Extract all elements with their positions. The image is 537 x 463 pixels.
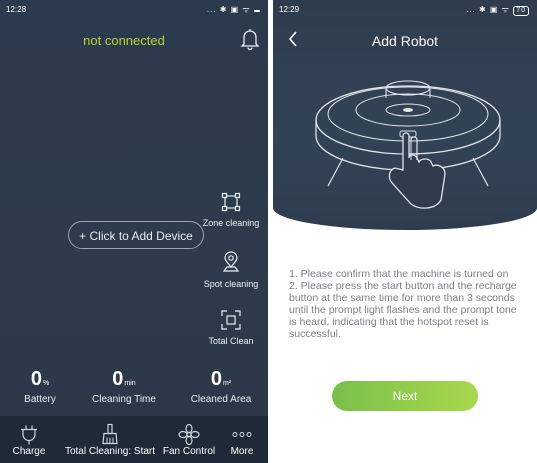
nav-total-cleaning-start[interactable]: Total Cleaning: Start bbox=[62, 416, 158, 463]
spot-cleaning-label: Spot cleaning bbox=[203, 279, 259, 289]
status-time: 12:29 bbox=[279, 5, 300, 14]
total-clean-icon bbox=[221, 310, 241, 330]
cleaned-area-unit: m² bbox=[222, 380, 232, 387]
page-title: Add Robot bbox=[371, 33, 439, 49]
fan-icon bbox=[178, 423, 200, 446]
broom-icon bbox=[102, 423, 118, 445]
zone-cleaning-button[interactable]: Zone cleaning bbox=[196, 192, 266, 228]
spot-cleaning-button[interactable]: Spot cleaning bbox=[196, 251, 266, 289]
cleaned-area-label: Cleaned Area bbox=[190, 394, 252, 405]
nav-more[interactable]: More bbox=[222, 416, 262, 463]
spot-cleaning-icon bbox=[222, 251, 240, 272]
status-time: 12:28 bbox=[6, 5, 27, 14]
nav-charge[interactable]: Charge bbox=[4, 416, 54, 463]
notification-bell-icon[interactable] bbox=[240, 28, 260, 50]
cleaning-time-unit: min bbox=[124, 380, 136, 387]
cleaning-time-label: Cleaning Time bbox=[92, 394, 156, 405]
home-screen: 12:28 ... ✱ ▣ ᯤ not connected + Click to… bbox=[0, 0, 268, 463]
nav-charge-label: Charge bbox=[12, 446, 46, 457]
battery-value: 0 bbox=[30, 368, 42, 390]
status-bar: 12:28 ... ✱ ▣ ᯤ bbox=[0, 0, 268, 22]
add-robot-screen: 12:29 ... ✱ ▣ ᯤ 70 Add Robot 1. Please c… bbox=[273, 0, 537, 463]
battery-unit: % bbox=[42, 380, 50, 387]
nav-more-label: More bbox=[230, 446, 254, 457]
nav-total-cleaning-label: Total Cleaning: Start bbox=[64, 446, 156, 457]
charge-icon bbox=[21, 425, 37, 445]
nav-fan-control-label: Fan Control bbox=[162, 446, 216, 457]
cleaned-area-value: 0 bbox=[210, 368, 222, 390]
bottom-navigation: Charge Total Cleaning: Start Fan Control bbox=[0, 416, 268, 463]
robot-vacuum-illustration bbox=[315, 80, 501, 209]
more-dots-icon bbox=[232, 432, 252, 437]
status-icons: ... ✱ ▣ ᯤ bbox=[207, 4, 260, 15]
total-clean-button[interactable]: Total Clean bbox=[196, 310, 266, 346]
zone-cleaning-icon bbox=[221, 192, 241, 212]
zone-cleaning-label: Zone cleaning bbox=[202, 218, 260, 228]
header-illustration-area: 12:29 ... ✱ ▣ ᯤ 70 Add Robot bbox=[273, 0, 537, 230]
add-device-button[interactable]: + Click to Add Device bbox=[68, 221, 204, 249]
instruction-step-2: 2. Please press the start button and the… bbox=[289, 280, 517, 340]
battery-stat: 0% Battery bbox=[10, 368, 70, 405]
instructions-text: 1. Please confirm that the machine is tu… bbox=[289, 268, 525, 340]
battery-label: Battery bbox=[24, 394, 56, 405]
battery-status-icon: 70 bbox=[513, 6, 529, 16]
instruction-step-1: 1. Please confirm that the machine is tu… bbox=[289, 268, 509, 280]
next-button[interactable]: Next bbox=[332, 381, 478, 411]
nav-fan-control[interactable]: Fan Control bbox=[160, 416, 218, 463]
cleaning-time-value: 0 bbox=[112, 368, 124, 390]
total-clean-label: Total Clean bbox=[208, 336, 254, 346]
battery-status-icon bbox=[254, 10, 260, 12]
connection-status: not connected bbox=[83, 33, 165, 48]
status-bar: 12:29 ... ✱ ▣ ᯤ 70 bbox=[273, 0, 537, 22]
cleaned-area-stat: 0m² Cleaned Area bbox=[186, 368, 256, 405]
cleaning-time-stat: 0min Cleaning Time bbox=[84, 368, 164, 405]
status-icons: ... ✱ ▣ ᯤ 70 bbox=[466, 4, 529, 16]
